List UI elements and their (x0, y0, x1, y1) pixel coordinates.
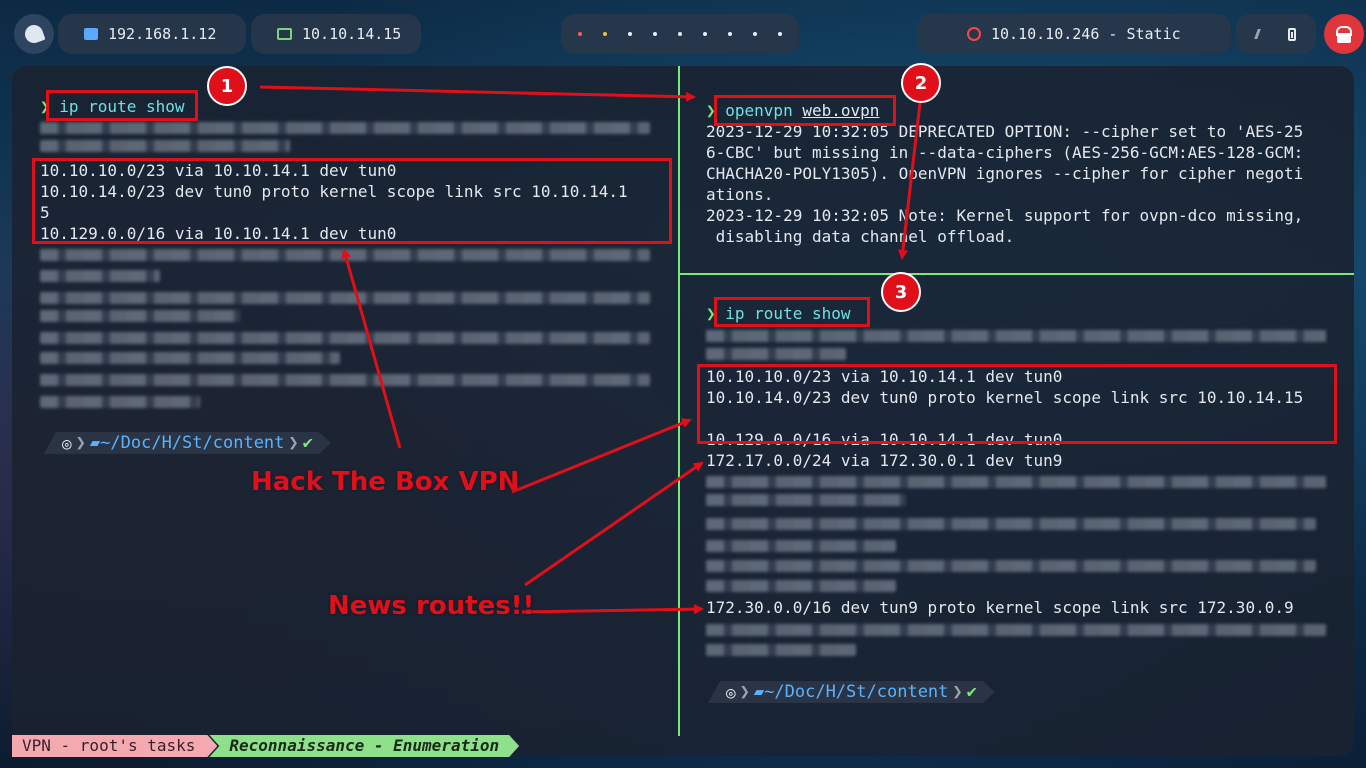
annotation-arrows (259, 85, 922, 615)
label-hack-the-box-vpn: Hack The Box VPN (251, 467, 520, 497)
step-badge-1: 1 (207, 66, 247, 106)
step-badge-2: 2 (901, 63, 941, 103)
label-new-routes: News routes!! (328, 591, 535, 621)
arrow-new-route-1 (524, 461, 704, 587)
arrow-1-to-2 (259, 85, 696, 102)
arrow-vpn-left (341, 248, 402, 449)
arrow-vpn-right (511, 418, 692, 494)
step-badge-3: 3 (881, 272, 921, 312)
arrow-2-to-3 (897, 102, 922, 260)
arrow-new-route-2 (521, 604, 704, 615)
